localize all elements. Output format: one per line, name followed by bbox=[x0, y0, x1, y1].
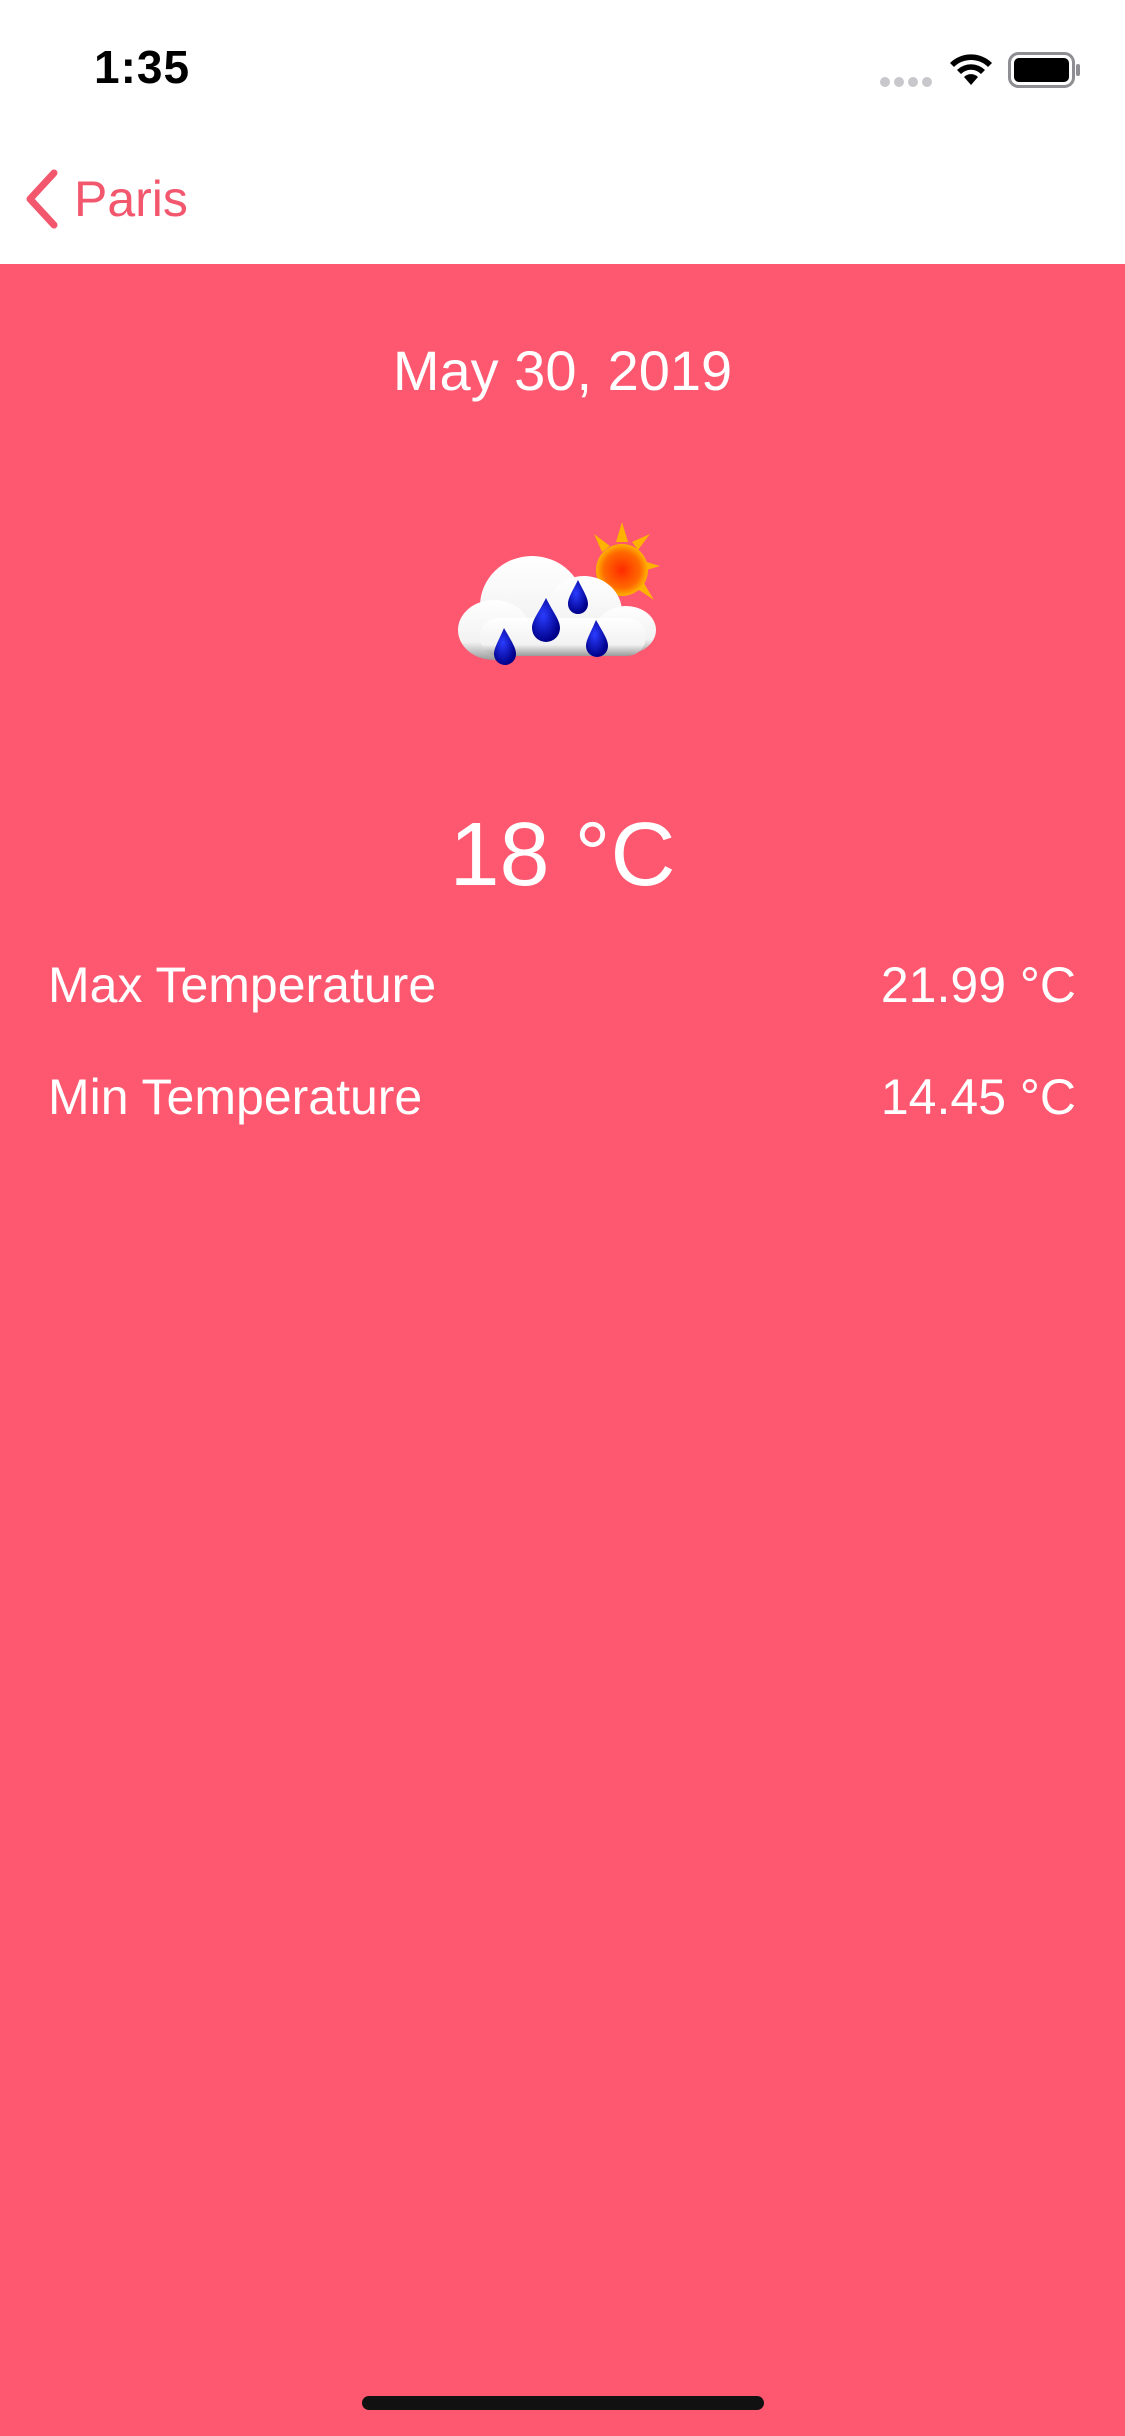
navigation-bar: Paris bbox=[0, 132, 1125, 264]
max-temperature-label: Max Temperature bbox=[48, 957, 437, 1013]
cellular-signal-icon bbox=[880, 74, 936, 87]
forecast-date: May 30, 2019 bbox=[392, 339, 733, 402]
weather-content: May 30, 2019 18 °C Max Temperature 21.99… bbox=[0, 264, 1125, 2436]
home-indicator[interactable] bbox=[362, 2396, 764, 2410]
status-bar: 1:35 bbox=[0, 0, 1125, 132]
battery-icon bbox=[1008, 52, 1080, 88]
cloud-rain-sun-icon bbox=[458, 522, 660, 665]
status-time: 1:35 bbox=[94, 41, 191, 93]
min-temperature-label: Min Temperature bbox=[48, 1069, 423, 1125]
max-temperature-row: Max Temperature 21.99 °C bbox=[48, 956, 1076, 1026]
current-temperature: 18 °C bbox=[449, 805, 676, 905]
chevron-left-icon bbox=[26, 169, 58, 229]
weather-detail-screen: 1:35 Paris May 30, 2019 18 °C Max Temper… bbox=[0, 0, 1125, 2436]
back-button[interactable]: Paris bbox=[22, 164, 188, 234]
min-temperature-row: Min Temperature 14.45 °C bbox=[48, 1068, 1076, 1138]
min-temperature-value: 14.45 °C bbox=[880, 1069, 1076, 1125]
wifi-icon bbox=[950, 54, 992, 85]
max-temperature-value: 21.99 °C bbox=[880, 957, 1076, 1013]
back-label: Paris bbox=[74, 171, 188, 227]
